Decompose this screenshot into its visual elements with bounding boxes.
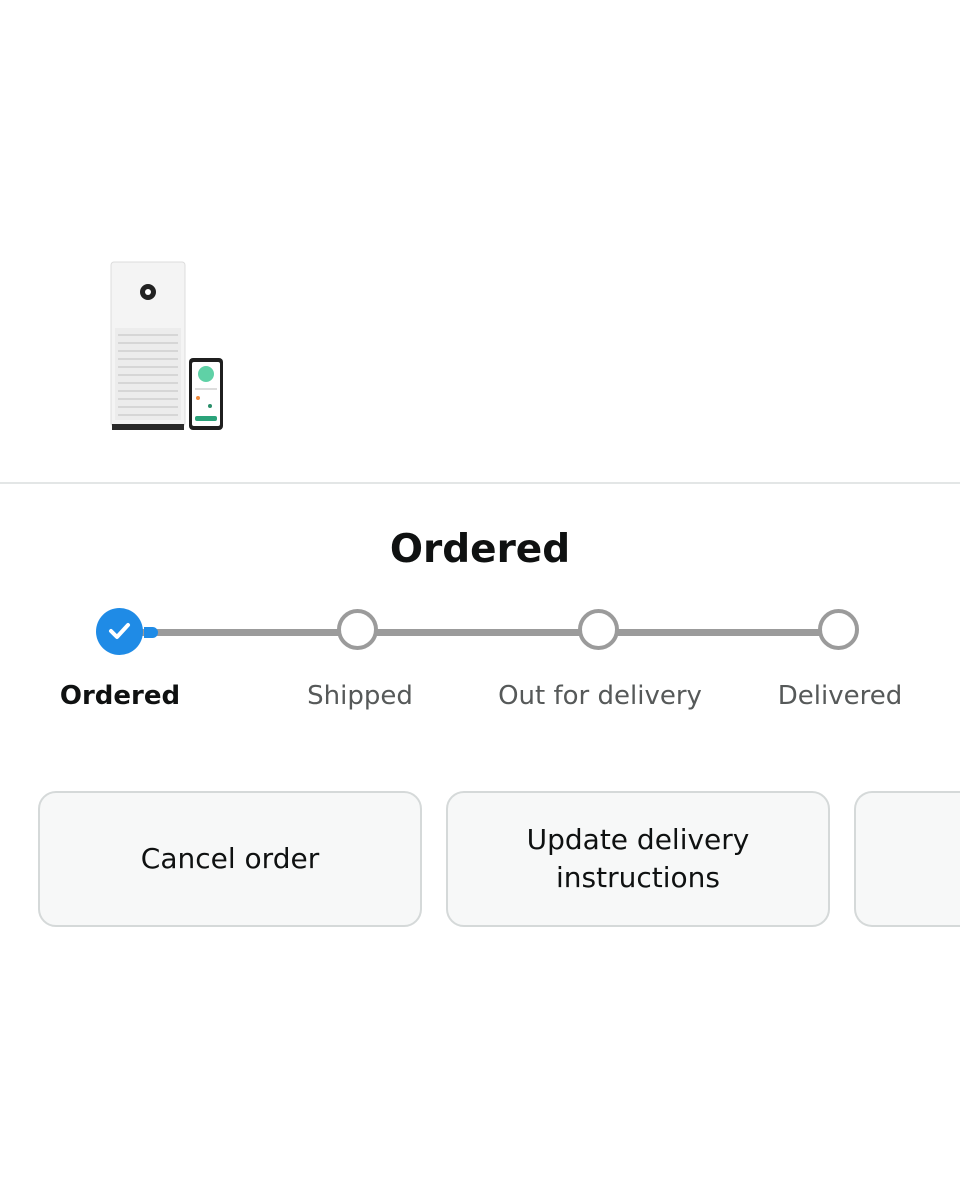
more-actions-button[interactable] bbox=[854, 791, 960, 927]
cancel-order-button[interactable]: Cancel order bbox=[38, 791, 422, 927]
step-ordered-label: Ordered bbox=[59, 681, 181, 711]
section-divider bbox=[0, 482, 960, 484]
step-delivered-marker bbox=[818, 609, 859, 650]
order-status-title: Ordered bbox=[389, 527, 571, 572]
step-ordered-marker bbox=[96, 608, 143, 655]
update-delivery-instructions-button[interactable]: Update delivery instructions bbox=[446, 791, 830, 927]
cancel-order-label: Cancel order bbox=[140, 842, 320, 875]
progress-track-line bbox=[139, 629, 841, 636]
check-icon bbox=[109, 623, 130, 639]
step-shipped-marker bbox=[337, 609, 378, 650]
product-image[interactable] bbox=[106, 258, 228, 434]
step-delivered-label: Delivered bbox=[777, 681, 903, 711]
step-shipped-label: Shipped bbox=[307, 681, 413, 711]
update-delivery-instructions-label: Update delivery instructions bbox=[526, 823, 750, 894]
product-area bbox=[0, 0, 960, 482]
step-out-for-delivery-label: Out for delivery bbox=[498, 681, 702, 711]
delivery-progress-tracker: Ordered Shipped Out for delivery Deliver… bbox=[0, 600, 960, 720]
step-out-for-delivery-marker bbox=[578, 609, 619, 650]
progress-fill bbox=[144, 627, 158, 638]
